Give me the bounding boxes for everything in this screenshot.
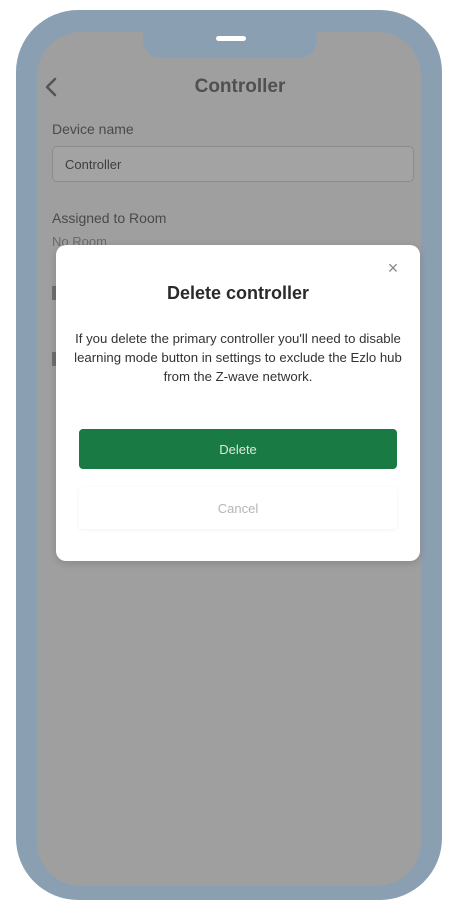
assigned-room-label: Assigned to Room xyxy=(52,210,167,226)
device-name-value: Controller xyxy=(65,157,122,172)
chevron-left-icon[interactable] xyxy=(44,76,62,98)
cancel-button[interactable]: Cancel xyxy=(79,487,397,529)
delete-button[interactable]: Delete xyxy=(79,429,397,469)
page-title: Controller xyxy=(194,76,286,97)
delete-controller-dialog: × Delete controller If you delete the pr… xyxy=(56,245,420,561)
notch-speaker xyxy=(216,36,246,41)
close-icon[interactable]: × xyxy=(386,259,400,277)
device-name-field[interactable]: Controller xyxy=(52,146,414,182)
device-name-label: Device name xyxy=(52,121,134,137)
page: Controller Device name Controller Assign… xyxy=(0,0,452,903)
phone-notch xyxy=(143,10,317,58)
dialog-message: If you delete the primary controller you… xyxy=(74,331,402,384)
dialog-title: Delete controller xyxy=(166,283,310,303)
